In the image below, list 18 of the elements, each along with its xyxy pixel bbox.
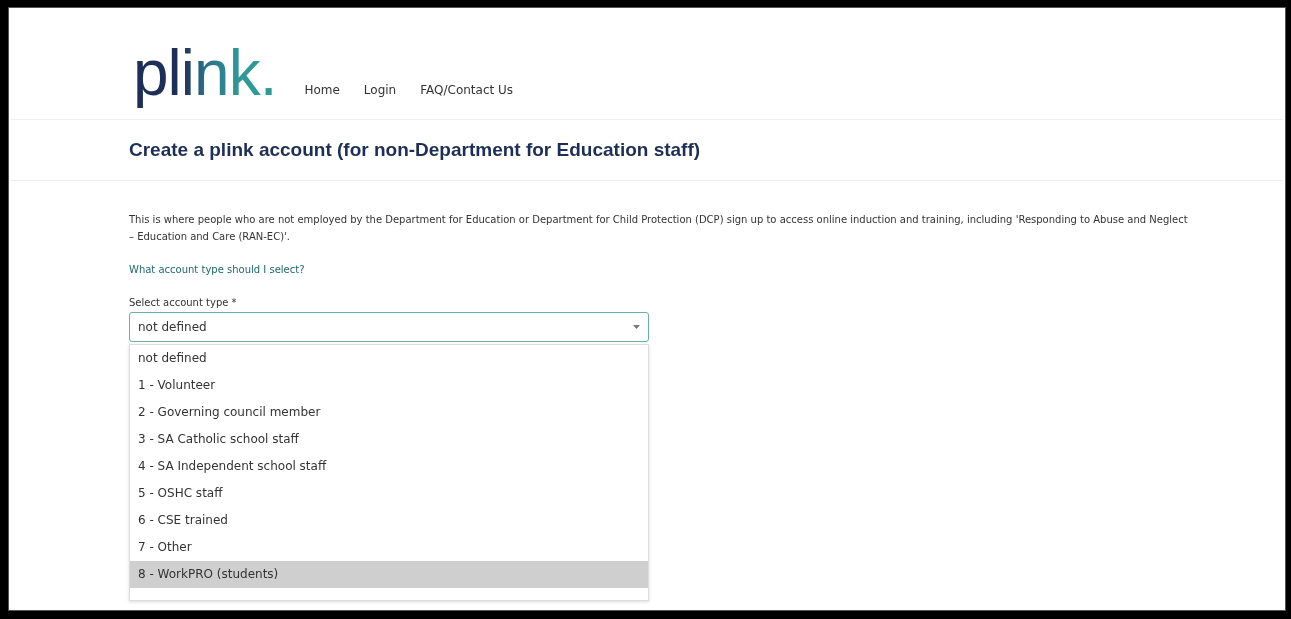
dropdown-option[interactable]: 4 - SA Independent school staff bbox=[130, 453, 648, 480]
nav-link[interactable]: Home bbox=[304, 83, 340, 97]
dropdown-option[interactable]: 3 - SA Catholic school staff bbox=[130, 426, 648, 453]
dropdown-option[interactable]: 1 - Volunteer bbox=[130, 372, 648, 399]
nav-link[interactable]: Login bbox=[363, 83, 397, 97]
account-type-select[interactable]: not defined bbox=[129, 312, 649, 342]
dropdown-option[interactable]: not defined bbox=[130, 345, 648, 372]
dropdown-option[interactable]: 8 - WorkPRO (students) bbox=[130, 561, 648, 588]
help-link[interactable]: What account type should I select? bbox=[129, 264, 305, 275]
intro-text: This is where people who are not employed by the Department for Education or Department for Child Protection (DCP) sign up to access online induction and training, including 'Responding to Abuse and Neglect – Education and Care (RAN-EC)'. bbox=[129, 213, 1189, 244]
dropdown-option[interactable]: 2 - Governing council member bbox=[130, 399, 648, 426]
dropdown-option[interactable]: 5 - OSHC staff bbox=[130, 480, 648, 507]
dropdown-option[interactable]: 6 - CSE trained bbox=[130, 507, 648, 534]
page-title: Create a plink account (for non-Department for Education staff) bbox=[129, 139, 701, 161]
field-label: Select account type * bbox=[129, 297, 237, 308]
dropdown-option[interactable]: 7 - Other bbox=[130, 534, 648, 561]
nav-link[interactable]: FAQ/Contact Us bbox=[420, 83, 514, 97]
caret-icon bbox=[633, 325, 640, 329]
